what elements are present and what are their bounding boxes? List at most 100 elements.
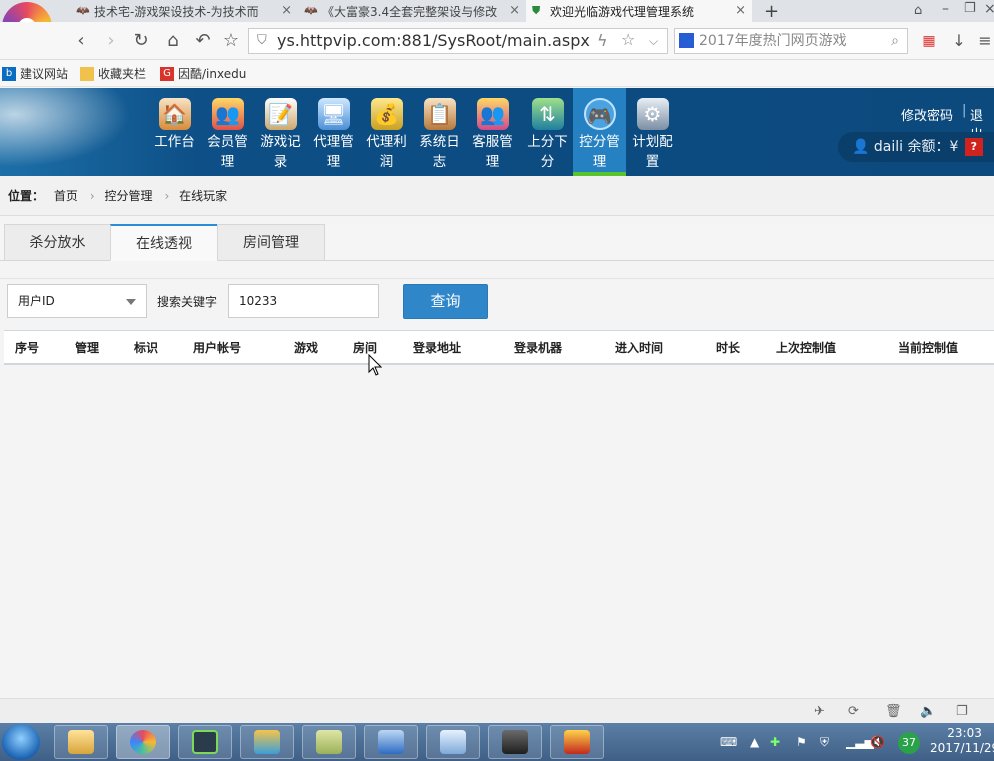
- taskbar-explorer[interactable]: [54, 725, 108, 759]
- breadcrumb-home[interactable]: 首页: [54, 189, 78, 203]
- close-window-icon[interactable]: ×: [984, 1, 994, 17]
- lightning-icon[interactable]: ϟ: [597, 29, 608, 53]
- nav-game-records[interactable]: 📝 游戏记录: [254, 88, 307, 176]
- forward-icon[interactable]: ›: [100, 30, 122, 52]
- taskbar-notes[interactable]: [302, 725, 356, 759]
- nav-plan-config[interactable]: ⚙ 计划配置: [626, 88, 679, 176]
- clock-date: 2017/11/29: [930, 741, 994, 755]
- shirt-icon[interactable]: ⌂: [914, 3, 922, 18]
- tab-online-view[interactable]: 在线透视: [110, 224, 218, 261]
- balance-badge: ?: [964, 138, 983, 156]
- column-header-login-address[interactable]: 登录地址: [413, 331, 461, 365]
- bookmark-label: 因酷/inxedu: [178, 67, 247, 81]
- flag-icon[interactable]: ⚑: [796, 735, 807, 749]
- column-header-last-control[interactable]: 上次控制值: [776, 331, 836, 365]
- clock[interactable]: 23:03 2017/11/29: [930, 726, 994, 756]
- tab-kill-score[interactable]: 杀分放水: [4, 224, 111, 261]
- nav-label: 客服管理: [472, 134, 513, 170]
- mute-icon[interactable]: 🔇: [870, 735, 885, 749]
- nav-score-control[interactable]: 🎮 控分管理: [573, 88, 626, 176]
- change-password-link[interactable]: 修改密码: [901, 105, 953, 124]
- keyboard-icon[interactable]: ⌨: [720, 735, 737, 749]
- column-header-duration[interactable]: 时长: [716, 331, 740, 365]
- column-header-game[interactable]: 游戏: [294, 331, 318, 365]
- bat-icon: 🦇: [76, 4, 90, 17]
- column-header-manage[interactable]: 管理: [75, 331, 99, 365]
- pin-icon[interactable]: ✈: [814, 704, 825, 719]
- column-header-account[interactable]: 用户帐号: [193, 331, 241, 365]
- breadcrumb-separator: ›: [89, 189, 95, 203]
- home-icon[interactable]: ⌂: [162, 30, 184, 52]
- close-icon[interactable]: ×: [735, 3, 746, 18]
- query-button[interactable]: 查询: [403, 284, 488, 319]
- paw-icon: 🐾: [679, 33, 694, 48]
- nav-label: 会员管理: [207, 134, 248, 170]
- nav-profit[interactable]: 💰 代理利润: [360, 88, 413, 176]
- bookmark-suggested[interactable]: b 建议网站: [2, 65, 68, 82]
- plus-icon[interactable]: ✚: [770, 735, 780, 749]
- security-icon[interactable]: ⛨: [820, 735, 829, 750]
- new-tab-button[interactable]: +: [758, 0, 782, 22]
- taskbar-browser[interactable]: [116, 725, 170, 759]
- minimize-icon[interactable]: –: [942, 1, 949, 17]
- page-tabs: 杀分放水 在线透视 房间管理: [0, 224, 994, 261]
- close-icon[interactable]: ×: [509, 3, 520, 18]
- breadcrumb-score-control[interactable]: 控分管理: [105, 189, 153, 203]
- nav-members[interactable]: 👥 会员管理: [201, 88, 254, 176]
- taskbar-network[interactable]: [364, 725, 418, 759]
- search-icon[interactable]: ⌕: [891, 29, 899, 53]
- search-input[interactable]: 🐾 2017年度热门网页游戏 ⌕: [674, 28, 908, 54]
- taskbar-nox[interactable]: [178, 725, 232, 759]
- column-header-tag[interactable]: 标识: [134, 331, 158, 365]
- start-button[interactable]: [2, 724, 40, 760]
- trash-icon[interactable]: 🗑: [885, 704, 902, 719]
- apps-grid-icon[interactable]: ▦: [918, 30, 940, 52]
- favorite-star-icon[interactable]: ☆: [621, 28, 635, 52]
- bookmark-inxedu[interactable]: G 因酷/inxedu: [160, 65, 246, 82]
- nav-label: 控分管理: [579, 134, 620, 170]
- undo-icon[interactable]: ↶: [192, 30, 214, 52]
- tray-expand-icon[interactable]: ▲: [750, 735, 759, 749]
- tray-badge[interactable]: 37: [898, 732, 920, 754]
- bookmark-favorites[interactable]: 收藏夹栏: [80, 65, 146, 82]
- browser-tab-3[interactable]: ⛊ 欢迎光临游戏代理管理系统 ×: [526, 0, 752, 22]
- notes-icon: [316, 730, 342, 754]
- reload-icon[interactable]: ↻: [130, 30, 152, 52]
- column-header-enter-time[interactable]: 进入时间: [615, 331, 663, 365]
- window-icon[interactable]: ❐: [956, 704, 968, 719]
- nav-workbench[interactable]: 🏠 工作台: [148, 88, 201, 176]
- refresh-circle-icon[interactable]: ⟳: [848, 704, 859, 719]
- taskbar-recorder[interactable]: [488, 725, 542, 759]
- chevron-down-icon[interactable]: ⌵: [649, 29, 658, 53]
- back-icon[interactable]: ‹: [70, 30, 92, 52]
- close-icon[interactable]: ×: [281, 3, 292, 18]
- bookmarks-bar: b 建议网站 收藏夹栏 G 因酷/inxedu: [0, 60, 994, 87]
- remote-desktop-icon: [254, 730, 280, 754]
- volume-icon[interactable]: 🔈: [920, 704, 936, 719]
- divider: |: [962, 103, 967, 118]
- column-header-current-control[interactable]: 当前控制值: [898, 331, 958, 365]
- download-icon[interactable]: ↓: [948, 30, 970, 52]
- mouse-cursor-icon: [368, 354, 383, 376]
- star-icon[interactable]: ☆: [220, 30, 242, 52]
- nav-agents[interactable]: 🖥 代理管理: [307, 88, 360, 176]
- restore-icon[interactable]: ❐: [964, 1, 976, 16]
- menu-icon[interactable]: ≡: [974, 30, 994, 52]
- column-header-index[interactable]: 序号: [15, 331, 39, 365]
- folder-icon: [80, 66, 94, 81]
- address-bar[interactable]: ⛉ ys.httpvip.com:881/SysRoot/main.aspx ϟ…: [248, 28, 668, 54]
- column-header-login-machine[interactable]: 登录机器: [514, 331, 562, 365]
- taskbar-editor[interactable]: [426, 725, 480, 759]
- nav-score-updown[interactable]: ⇅ 上分下分: [521, 88, 574, 176]
- search-field-select[interactable]: 用户ID: [7, 284, 147, 318]
- nav-service[interactable]: 👥 客服管理: [466, 88, 519, 176]
- editor-icon: [440, 730, 466, 754]
- nav-system-log[interactable]: 📋 系统日志: [413, 88, 466, 176]
- browser-tab-1[interactable]: 🦇 技术宅-游戏架设技术-为技术而 ×: [70, 0, 298, 22]
- keyword-input[interactable]: 10233: [228, 284, 379, 318]
- browser-tab-2[interactable]: 🦇 《大富豪3.4全套完整架设与修改 ×: [298, 0, 526, 22]
- taskbar-game[interactable]: [550, 725, 604, 759]
- bat-icon: 🦇: [304, 4, 318, 17]
- tab-room-management[interactable]: 房间管理: [217, 224, 325, 261]
- taskbar-remote[interactable]: [240, 725, 294, 759]
